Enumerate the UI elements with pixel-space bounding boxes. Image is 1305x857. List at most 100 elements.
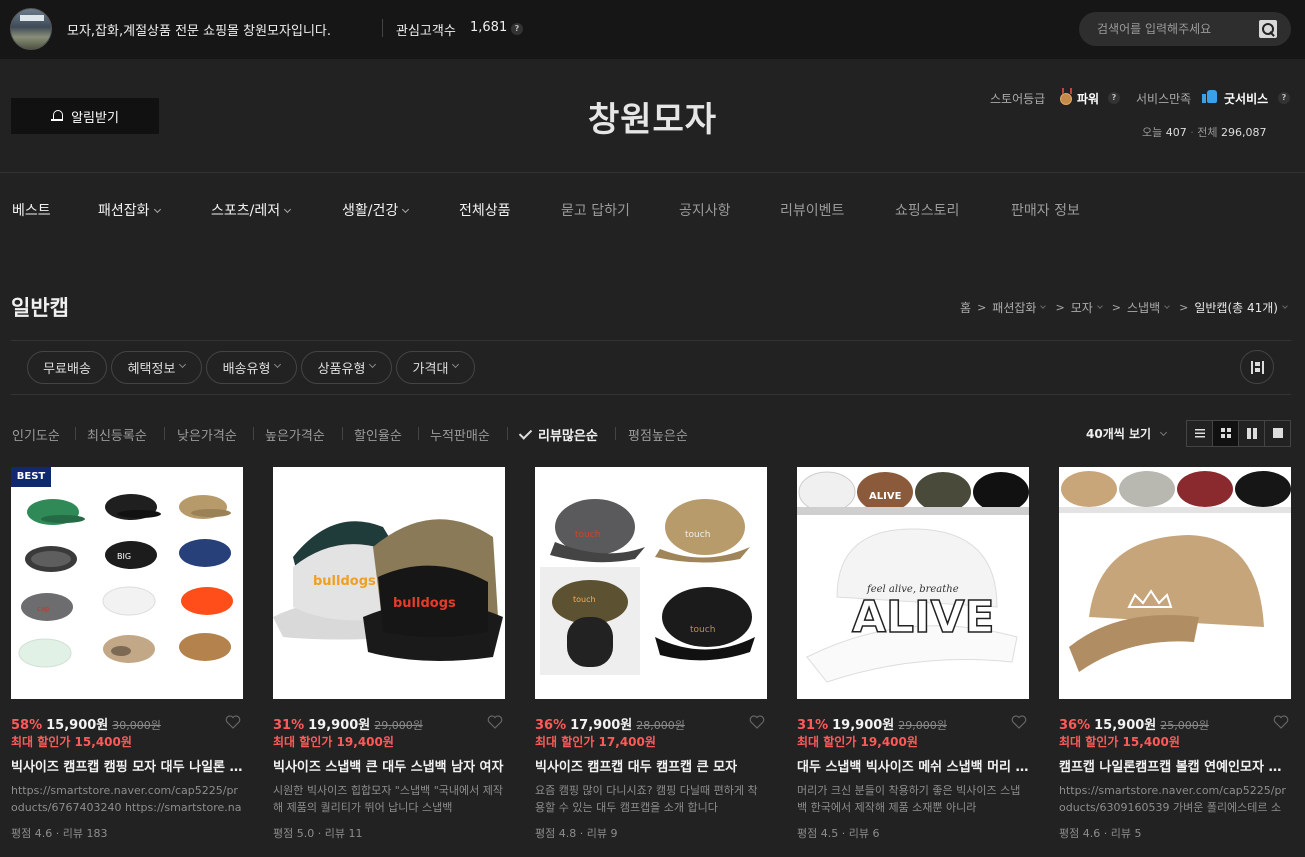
single-view-icon[interactable] — [1265, 421, 1290, 446]
product-image[interactable]: touch touch touch touch — [535, 467, 767, 699]
chevron-down-icon — [1282, 303, 1288, 309]
heart-icon[interactable] — [1273, 715, 1289, 729]
chevron-down-icon — [369, 360, 377, 369]
top-bar: 모자,잡화,계절상품 전문 쇼핑몰 창원모자입니다. 관심고객수 1,681 ? — [0, 0, 1305, 59]
visitor-count: 오늘 407 · 전체 296,087 — [1142, 126, 1267, 139]
sort-popular[interactable]: 인기도순 — [12, 425, 60, 444]
nav-review-event[interactable]: 리뷰이벤트 — [780, 200, 844, 220]
sort-discount[interactable]: 할인율순 — [354, 425, 402, 444]
product-image[interactable]: ALIVE ALIVE feel alive, breathe — [797, 467, 1029, 699]
sort-newest[interactable]: 최신등록순 — [87, 425, 147, 444]
today-label: 오늘 — [1142, 126, 1163, 139]
service-help-icon[interactable]: ? — [1278, 92, 1290, 104]
product-card[interactable]: 36% 15,900원 25,000원 최대 할인가 15,400원 캠프캡 나일론… — [1059, 467, 1291, 847]
nav-living[interactable]: 생활/건강 — [342, 200, 410, 220]
divider — [11, 394, 1291, 395]
sort-low-price[interactable]: 낮은가격순 — [177, 425, 237, 444]
filter-product-type[interactable]: 상품유형 — [301, 351, 392, 384]
product-card[interactable]: ALIVE ALIVE feel alive, breathe 31% 19,90… — [797, 467, 1029, 847]
product-name[interactable]: 빅사이즈 캠프캡 대두 캠프캡 큰 모자 — [535, 756, 767, 775]
product-description: https://smartstore.naver.com/cap5225/pro… — [11, 784, 242, 814]
product-name[interactable]: 캠프캡 나일론캠프캡 볼캡 연예인모자 남자 — [1059, 756, 1291, 775]
price-row: 31% 19,900원 29,000원 — [273, 718, 423, 733]
svg-text:cap: cap — [37, 605, 50, 613]
filter-settings-button[interactable] — [1240, 350, 1274, 384]
sort-sales[interactable]: 누적판매순 — [430, 425, 490, 444]
nav-all-products[interactable]: 전체상품 — [459, 200, 511, 220]
filter-free-shipping[interactable]: 무료배송 — [27, 351, 107, 384]
heart-icon[interactable] — [749, 715, 765, 729]
sort-rating[interactable]: 평점높은순 — [628, 425, 688, 444]
grid-view-icon[interactable] — [1213, 421, 1239, 446]
sort-reviews[interactable]: 리뷰많은순 — [538, 425, 598, 444]
product-name[interactable]: 빅사이즈 캠프캡 캠핑 모자 대두 나일론 캠프캡 — [11, 756, 243, 775]
chevron-down-icon — [402, 205, 410, 214]
chevron-down-icon — [1040, 303, 1047, 309]
svg-text:feel alive, breathe: feel alive, breathe — [866, 584, 959, 595]
chevron-down-icon — [1160, 428, 1168, 437]
product-rating: 평점 4.5 · 리뷰 6 — [797, 827, 880, 840]
sale-price: 15,900원 — [46, 718, 109, 733]
product-image[interactable]: bulldogs bulldogs — [273, 467, 505, 699]
search-input[interactable] — [1097, 20, 1257, 38]
product-image[interactable] — [1059, 467, 1291, 699]
total-count: 296,087 — [1221, 126, 1267, 139]
search-box — [1079, 12, 1291, 46]
product-card[interactable]: touch touch touch touch 36% 17,900원 28,000… — [535, 467, 767, 847]
heart-icon[interactable] — [1011, 715, 1027, 729]
search-icon[interactable] — [1259, 20, 1277, 38]
nav-sports[interactable]: 스포츠/레저 — [211, 200, 292, 220]
svg-text:ALIVE: ALIVE — [852, 592, 995, 643]
today-count: 407 — [1165, 126, 1187, 139]
store-description: 모자,잡화,계절상품 전문 쇼핑몰 창원모자입니다. — [67, 24, 331, 39]
product-description: https://smartstore.naver.com/cap5225/pro… — [1059, 784, 1286, 814]
breadcrumb-home[interactable]: 홈 — [960, 299, 971, 316]
product-rating: 평점 4.6 · 리뷰 183 — [11, 827, 108, 840]
svg-text:touch: touch — [685, 530, 710, 540]
breadcrumb-item[interactable]: 패션잡화 — [992, 299, 1036, 316]
product-rating: 평점 4.8 · 리뷰 9 — [535, 827, 618, 840]
breadcrumb-item[interactable]: 모자 — [1071, 299, 1093, 316]
grade-label: 스토어등급 — [990, 92, 1046, 106]
service-label: 서비스만족 — [1136, 92, 1192, 106]
filter-price-range[interactable]: 가격대 — [396, 351, 475, 384]
nav-seller-info[interactable]: 판매자 정보 — [1011, 200, 1080, 220]
two-column-view-icon[interactable] — [1239, 421, 1265, 446]
filter-benefits[interactable]: 혜택정보 — [111, 351, 202, 384]
chevron-down-icon — [1164, 303, 1170, 309]
price-row: 36% 15,900원 25,000원 — [1059, 718, 1209, 733]
store-avatar[interactable] — [10, 8, 52, 50]
grade-help-icon[interactable]: ? — [1108, 92, 1120, 104]
svg-text:touch: touch — [690, 625, 715, 635]
heart-icon[interactable] — [225, 715, 241, 729]
product-card[interactable]: BIG cap BEST 58% 15,900원 30,000원 최대 할인가 15… — [11, 467, 243, 847]
favorites-count: 1,681 — [470, 20, 508, 35]
sort-high-price[interactable]: 높은가격순 — [265, 425, 325, 444]
breadcrumb-current[interactable]: 일반캡(총 41개) — [1194, 299, 1278, 316]
discount-rate: 58% — [11, 718, 43, 733]
product-image[interactable]: BIG cap BEST — [11, 467, 243, 699]
original-price: 30,000원 — [112, 719, 161, 732]
nav-qna[interactable]: 묻고 답하기 — [561, 200, 630, 220]
nav-notice[interactable]: 공지사항 — [679, 200, 731, 220]
nav-shopping-story[interactable]: 쇼핑스토리 — [895, 200, 959, 220]
filter-delivery-type[interactable]: 배송유형 — [206, 351, 297, 384]
help-icon[interactable]: ? — [511, 23, 523, 35]
heart-icon[interactable] — [487, 715, 503, 729]
sliders-icon — [1251, 361, 1264, 374]
per-page-select[interactable]: 40개씩 보기 — [1086, 425, 1168, 442]
product-card[interactable]: bulldogs bulldogs 31% 19,900원 29,000원 최대 할… — [273, 467, 505, 847]
product-name[interactable]: 빅사이즈 스냅백 큰 대두 스냅백 남자 여자 — [273, 756, 505, 775]
nav-best[interactable]: 베스트 — [12, 200, 51, 220]
svg-text:ALIVE: ALIVE — [869, 491, 902, 502]
divider — [382, 19, 383, 37]
list-view-icon[interactable] — [1187, 421, 1213, 446]
product-rating: 평점 5.0 · 리뷰 11 — [273, 827, 363, 840]
svg-text:touch: touch — [575, 530, 600, 540]
svg-text:bulldogs: bulldogs — [393, 596, 456, 611]
breadcrumb-item[interactable]: 스냅백 — [1127, 299, 1160, 316]
product-name[interactable]: 대두 스냅백 빅사이즈 메쉬 스냅백 머리 큰 사람 — [797, 756, 1029, 775]
chevron-down-icon — [284, 205, 292, 214]
nav-fashion[interactable]: 패션잡화 — [98, 200, 161, 220]
max-discount-price: 최대 할인가 15,400원 — [1059, 735, 1180, 749]
